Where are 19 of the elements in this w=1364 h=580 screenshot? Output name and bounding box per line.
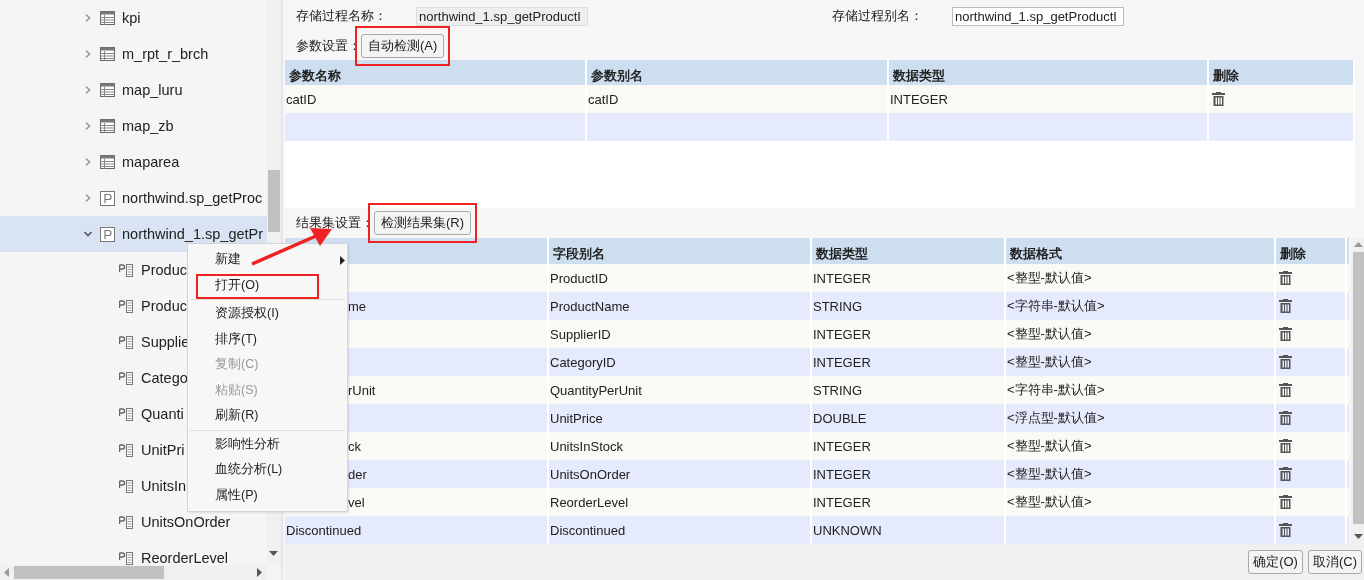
- table-cell: Discontinued: [286, 522, 362, 538]
- table-cell: rUnit: [348, 382, 376, 398]
- table-cell: <整型-默认值>: [1007, 437, 1092, 455]
- table-cell: ck: [348, 438, 361, 454]
- table-cell: <字符串-默认值>: [1007, 297, 1105, 315]
- section-label: 结果集设置：: [296, 214, 374, 232]
- table-cell: <整型-默认值>: [1007, 325, 1092, 343]
- table-cell: <浮点型-默认值>: [1007, 409, 1105, 427]
- field-label: 存储过程名称：: [296, 7, 388, 25]
- table-cell: <字符串-默认值>: [1007, 381, 1105, 399]
- table-cell: der: [348, 466, 367, 482]
- table-cell: me: [348, 298, 367, 314]
- table-cell: vel: [348, 494, 365, 510]
- table-cell: <整型-默认值>: [1007, 493, 1092, 511]
- table-cell: <整型-默认值>: [1007, 465, 1092, 483]
- table-cell: <整型-默认值>: [1007, 353, 1092, 371]
- table-cell: <整型-默认值>: [1007, 269, 1092, 287]
- field-label: 存储过程别名：: [832, 7, 924, 25]
- section-label: 参数设置：: [296, 37, 361, 55]
